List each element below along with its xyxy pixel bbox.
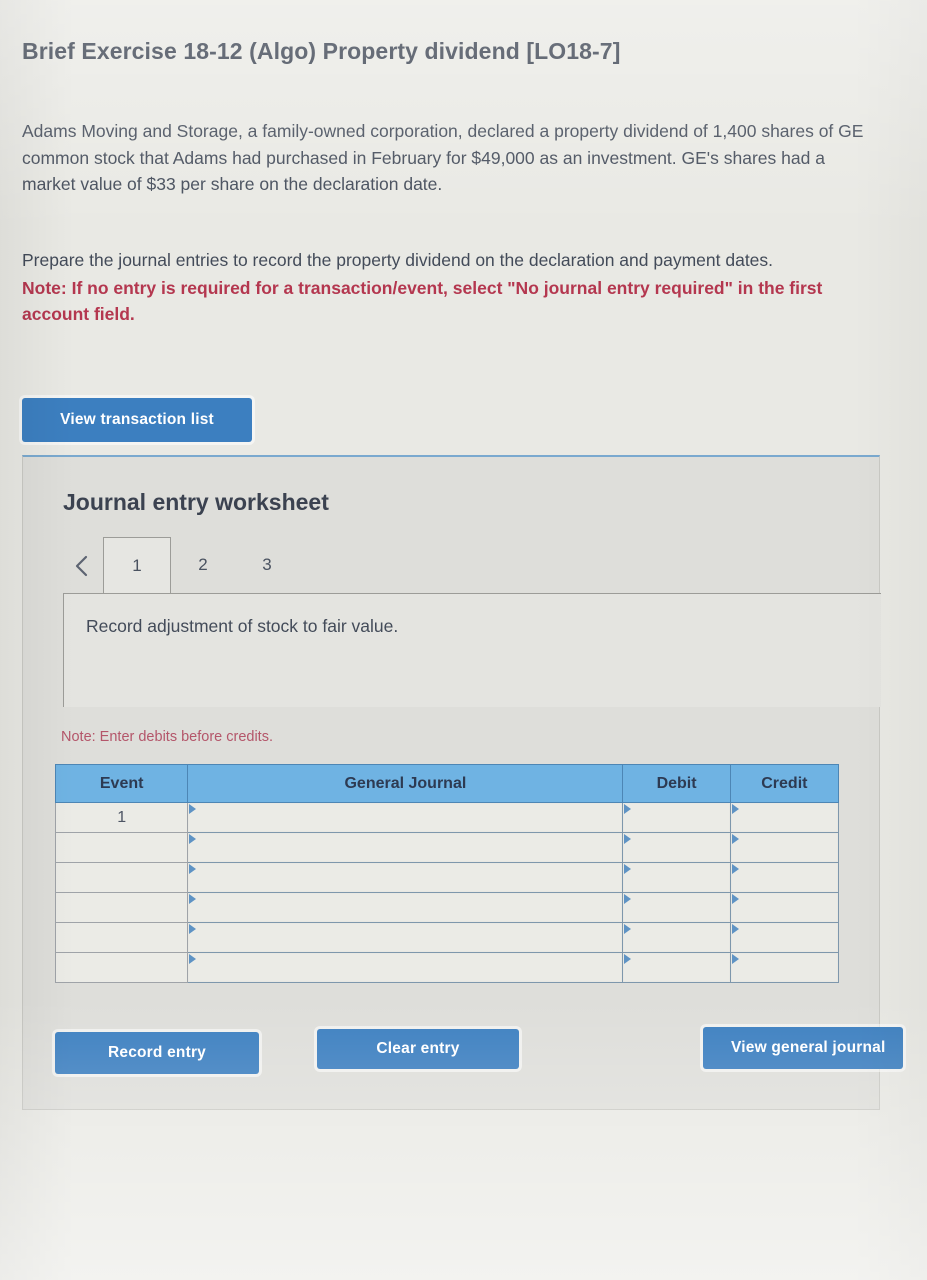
dropdown-triangle-icon (731, 834, 739, 844)
journal-entry-worksheet-panel: Journal entry worksheet 1 2 3 Record adj… (22, 455, 903, 1110)
dropdown-triangle-icon (624, 954, 632, 964)
worksheet-description-box: Record adjustment of stock to fair value… (63, 593, 881, 707)
cell-event: 1 (54, 802, 189, 833)
cell-credit[interactable] (729, 802, 840, 833)
table-row (54, 892, 840, 923)
cell-debit[interactable] (622, 802, 731, 833)
dropdown-triangle-icon (189, 954, 197, 964)
table-row: 1 (54, 802, 840, 833)
cell-debit[interactable] (622, 832, 731, 863)
cell-event (54, 832, 189, 863)
view-general-journal-button[interactable]: View general journal (703, 1027, 903, 1069)
table-row (54, 952, 840, 983)
cell-general-journal[interactable] (187, 922, 624, 953)
cell-event (54, 952, 189, 983)
instruction-text: Prepare the journal entries to record th… (22, 250, 774, 270)
dropdown-triangle-icon (731, 954, 739, 964)
cell-general-journal[interactable] (187, 892, 624, 923)
record-entry-button[interactable]: Record entry (55, 1032, 259, 1074)
cell-credit[interactable] (729, 892, 840, 923)
cell-general-journal[interactable] (187, 802, 624, 833)
cell-credit[interactable] (729, 952, 840, 983)
cell-debit[interactable] (622, 862, 731, 893)
worksheet-tab-3[interactable]: 3 (235, 537, 299, 593)
cell-credit[interactable] (729, 832, 840, 863)
dropdown-triangle-icon (624, 924, 632, 934)
dropdown-triangle-icon (624, 864, 632, 874)
no-entry-required-note: Note: If no entry is required for a tran… (22, 277, 823, 325)
worksheet-title: Journal entry worksheet (63, 489, 329, 515)
cell-event (54, 862, 189, 893)
cell-general-journal[interactable] (187, 952, 624, 983)
column-header-credit: Credit (729, 764, 840, 803)
column-header-event: Event (54, 764, 189, 803)
page-title: Brief Exercise 18-12 (Algo) Property div… (22, 38, 621, 64)
cell-general-journal[interactable] (187, 862, 624, 893)
dropdown-triangle-icon (731, 864, 739, 874)
dropdown-triangle-icon (189, 804, 197, 814)
worksheet-tab-1[interactable]: 1 (103, 537, 171, 594)
dropdown-triangle-icon (731, 924, 739, 934)
question-instructions: Prepare the journal entries to record th… (22, 247, 852, 328)
dropdown-triangle-icon (189, 864, 197, 874)
enter-debits-note: Note: Enter debits before credits. (61, 729, 273, 745)
table-row (54, 862, 840, 893)
dropdown-triangle-icon (189, 834, 197, 844)
cell-credit[interactable] (729, 922, 840, 953)
dropdown-triangle-icon (624, 804, 632, 814)
worksheet-description: Record adjustment of stock to fair value… (86, 616, 399, 636)
column-header-general-journal: General Journal (187, 764, 624, 803)
dropdown-triangle-icon (189, 924, 197, 934)
cell-debit[interactable] (622, 952, 731, 983)
clear-entry-button[interactable]: Clear entry (317, 1029, 519, 1069)
dropdown-triangle-icon (189, 894, 197, 904)
column-header-debit: Debit (622, 764, 731, 803)
dropdown-triangle-icon (624, 894, 632, 904)
journal-entry-table: Event General Journal Debit Credit 1 (54, 764, 840, 983)
table-row (54, 832, 840, 863)
dropdown-triangle-icon (731, 894, 739, 904)
cell-event (54, 892, 189, 923)
table-row (54, 922, 840, 953)
cell-event (54, 922, 189, 953)
worksheet-tab-2[interactable]: 2 (171, 537, 235, 593)
cell-debit[interactable] (622, 892, 731, 923)
table-header-row: Event General Journal Debit Credit (54, 764, 840, 803)
worksheet-tabs: 1 2 3 (63, 537, 879, 595)
question-scenario: Adams Moving and Storage, a family-owned… (22, 121, 864, 194)
view-transaction-list-button[interactable]: View transaction list (22, 398, 252, 442)
dropdown-triangle-icon (624, 834, 632, 844)
cell-general-journal[interactable] (187, 832, 624, 863)
cell-credit[interactable] (729, 862, 840, 893)
cell-debit[interactable] (622, 922, 731, 953)
dropdown-triangle-icon (731, 804, 739, 814)
